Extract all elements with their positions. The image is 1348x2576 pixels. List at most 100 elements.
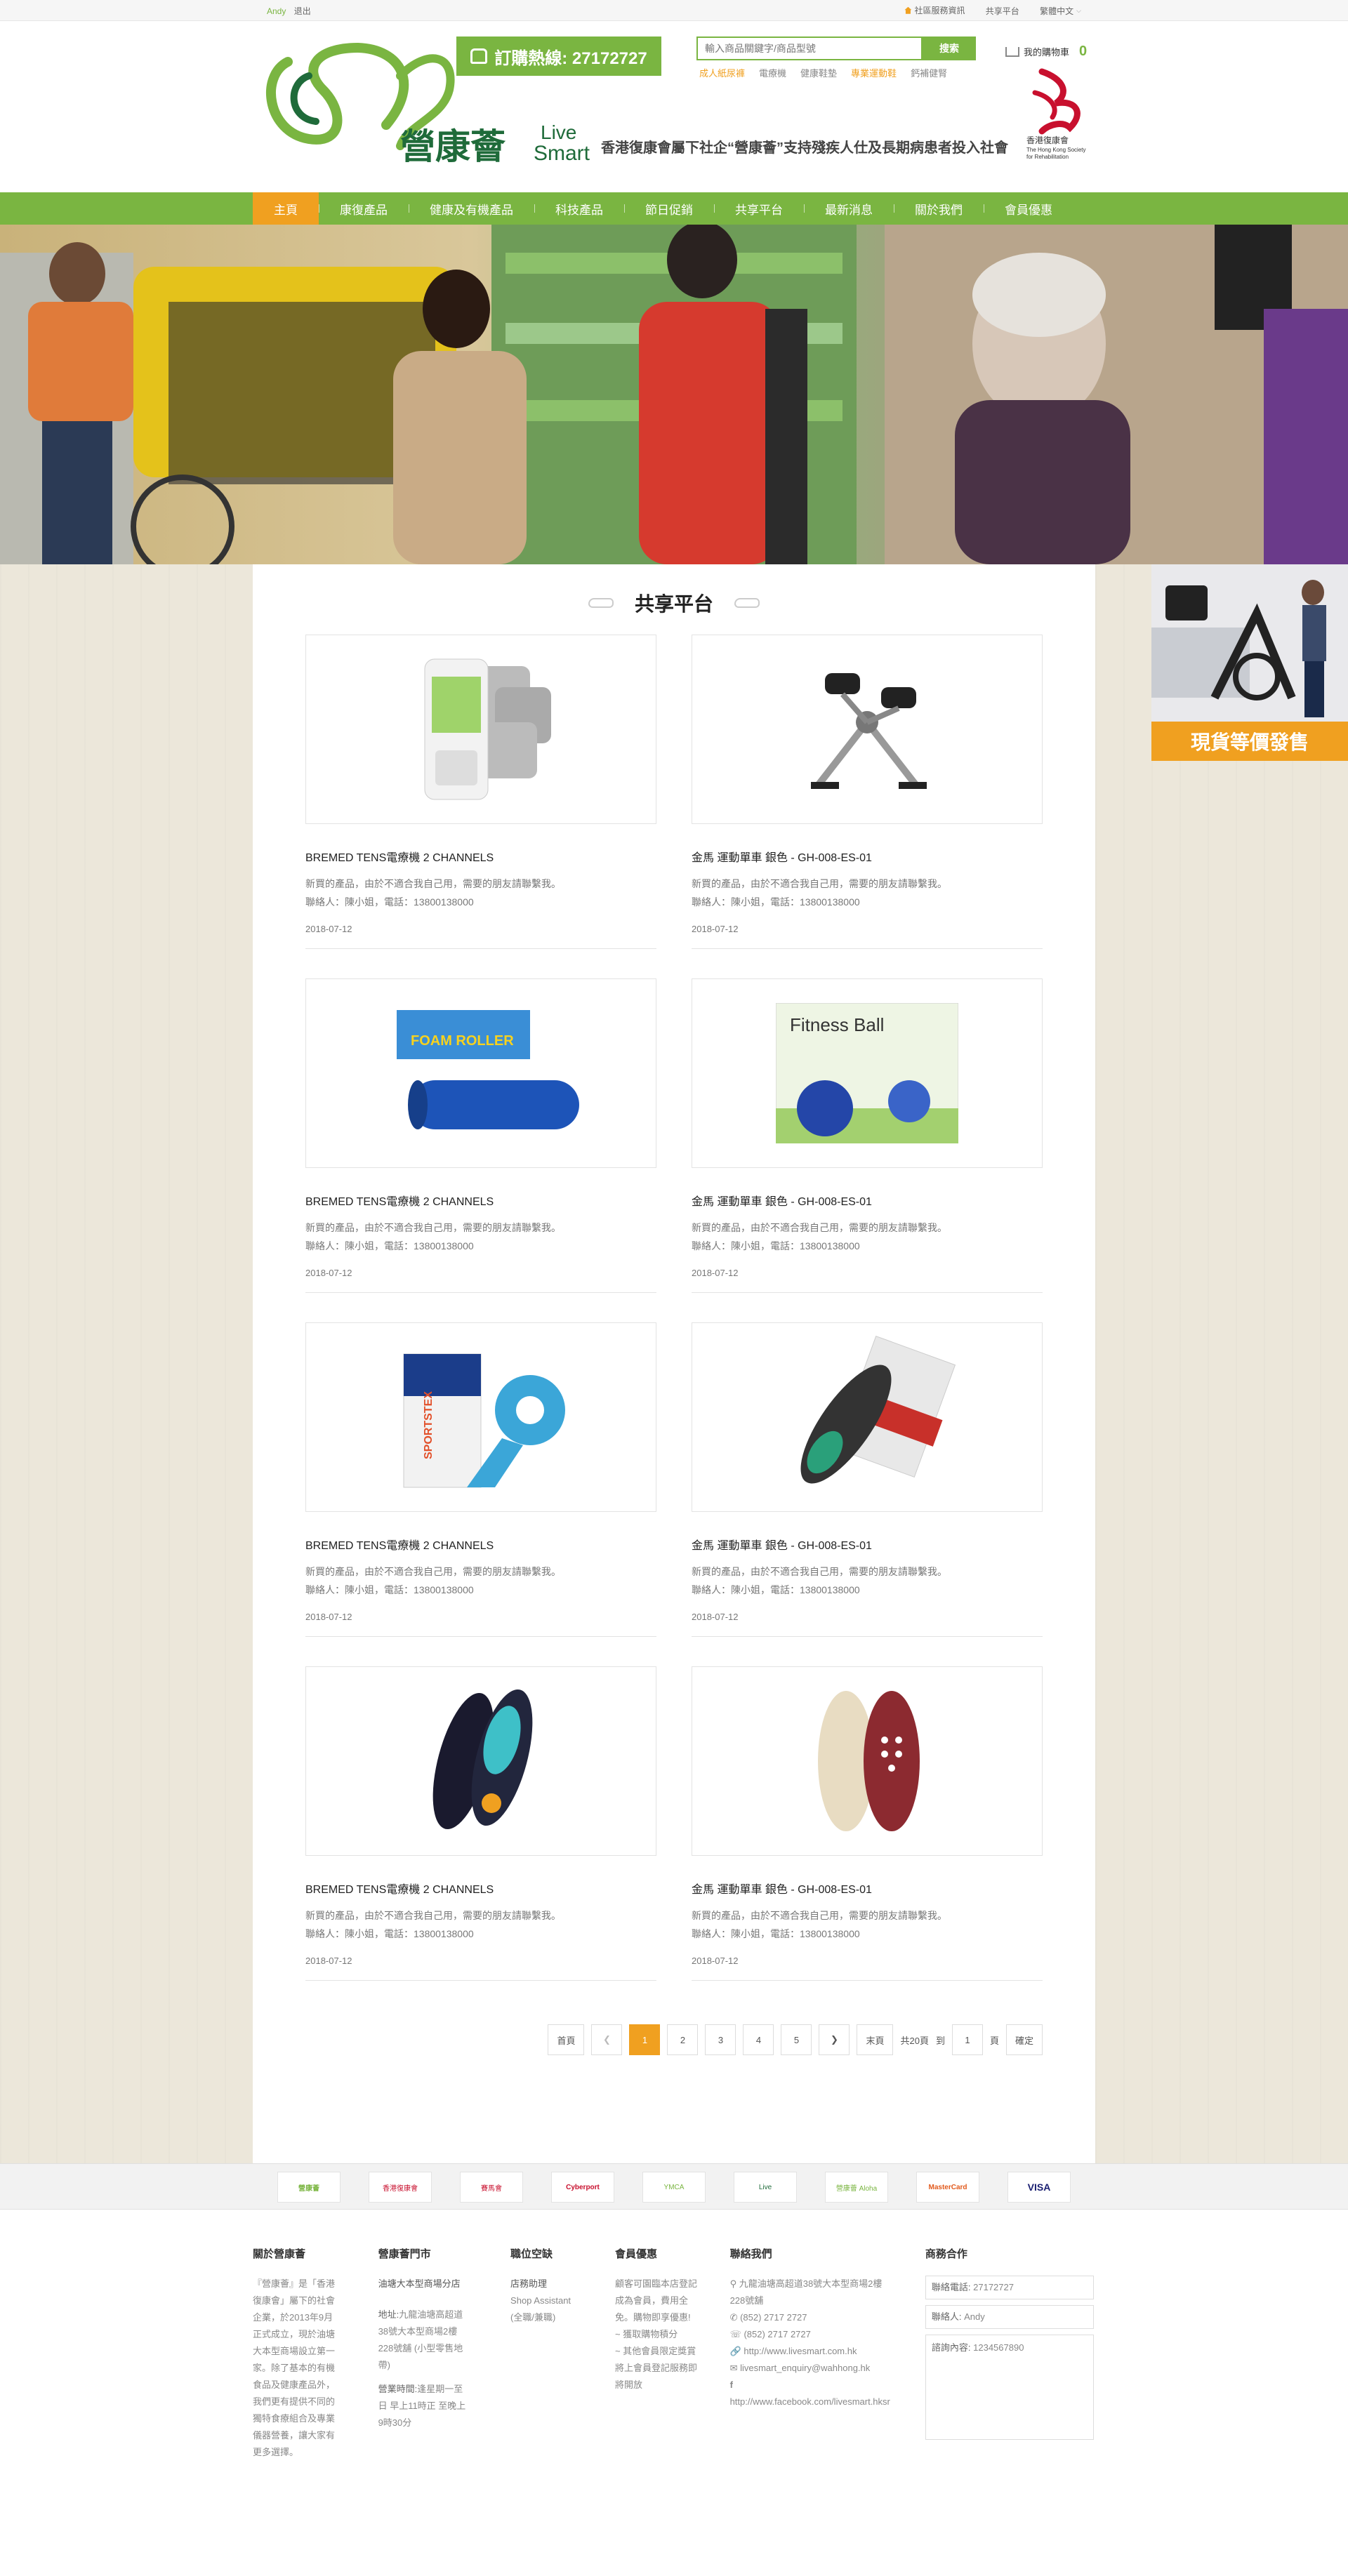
hotword-link[interactable]: 專業運動鞋 bbox=[851, 66, 897, 79]
job-link[interactable]: Shop Assistant bbox=[510, 2292, 573, 2309]
mastercard-logo[interactable]: MasterCard bbox=[916, 2172, 979, 2203]
hotword-link[interactable]: 健康鞋墊 bbox=[800, 66, 837, 79]
product-card[interactable]: Fitness Ball 金馬 運動單車 銀色 - GH-008-ES-01 新… bbox=[692, 978, 1043, 1322]
hotword-link[interactable]: 鈣補健腎 bbox=[911, 66, 947, 79]
product-image[interactable] bbox=[305, 1666, 656, 1856]
product-name[interactable]: 金馬 運動單車 銀色 - GH-008-ES-01 bbox=[692, 1536, 1043, 1553]
page-button[interactable]: 2 bbox=[667, 2024, 699, 2055]
product-card[interactable]: 金馬 運動單車 銀色 - GH-008-ES-01 新買的產品，由於不適合我自己… bbox=[692, 1666, 1043, 2010]
product-desc: 新買的產品，由於不適合我自己用，需要的朋友請聯繫我。 聯絡人：陳小姐，電話：138… bbox=[305, 1910, 561, 1939]
product-name[interactable]: 金馬 運動單車 銀色 - GH-008-ES-01 bbox=[692, 848, 1043, 865]
nav-tech-products[interactable]: 科技產品 bbox=[534, 192, 624, 225]
cart-link[interactable]: 我的購物車 0 bbox=[1005, 44, 1087, 60]
partner-logo[interactable]: 賽馬會 bbox=[460, 2172, 523, 2203]
main-area: 共享平台 BREMED TENS電療機 2 CHANNELS 新買的產品，由於不… bbox=[0, 564, 1348, 2163]
next-page-button[interactable]: ❯ bbox=[819, 2024, 850, 2055]
page-button[interactable]: 5 bbox=[781, 2024, 812, 2055]
product-name[interactable]: BREMED TENS電療機 2 CHANNELS bbox=[305, 848, 656, 865]
partner-logo[interactable]: Live bbox=[734, 2172, 797, 2203]
product-image[interactable] bbox=[692, 1666, 1043, 1856]
partner-logo[interactable]: Cyberport bbox=[551, 2172, 614, 2203]
nav-news[interactable]: 最新消息 bbox=[804, 192, 894, 225]
promo-side-banner[interactable]: 現貨等價發售 bbox=[1151, 564, 1348, 761]
visa-logo[interactable]: VISA bbox=[1007, 2172, 1071, 2203]
product-image[interactable]: Fitness Ball bbox=[692, 978, 1043, 1168]
username-link[interactable]: Andy bbox=[267, 6, 286, 16]
nav-about[interactable]: 關於我們 bbox=[894, 192, 984, 225]
page-button[interactable]: 4 bbox=[743, 2024, 774, 2055]
main-nav: 主頁 康復產品 健康及有機產品 科技產品 節日促銷 共享平台 最新消息 關於我們… bbox=[0, 192, 1348, 225]
product-image[interactable]: FOAM ROLLER bbox=[305, 978, 656, 1168]
logout-link[interactable]: 退出 bbox=[294, 6, 311, 16]
share-platform-link[interactable]: 共享平台 bbox=[986, 5, 1019, 17]
partner-logo[interactable]: 香港復康會 bbox=[369, 2172, 432, 2203]
goto-confirm-button[interactable]: 確定 bbox=[1005, 2024, 1043, 2055]
nav-member-offers[interactable]: 會員優惠 bbox=[984, 192, 1073, 225]
partner-logo[interactable]: 營康薈 Aloha bbox=[825, 2172, 888, 2203]
pedal-exerciser-image bbox=[811, 673, 927, 789]
community-info-link[interactable]: 社區服務資訊 bbox=[904, 4, 965, 16]
prev-page-button[interactable]: ❮ bbox=[591, 2024, 623, 2055]
hotword-link[interactable]: 電療機 bbox=[759, 66, 786, 79]
rehab-society-logo[interactable]: 香港復康會 The Hong Kong Society for Rehabili… bbox=[1021, 65, 1098, 163]
user-area: Andy 退出 bbox=[267, 5, 311, 17]
footer-contact: 聯絡我們 ⚲ 九龍油塘高超道38號大本型商場2樓228號舖 ✆ (852) 27… bbox=[730, 2246, 890, 2461]
website-link[interactable]: 🔗 http://www.livesmart.com.hk bbox=[730, 2343, 890, 2360]
footer-jobs: 職位空缺 店務助理 Shop Assistant (全職/兼職) bbox=[510, 2246, 573, 2461]
product-image[interactable] bbox=[692, 635, 1043, 824]
partner-logo[interactable]: YMCA bbox=[642, 2172, 706, 2203]
footer-about: 關於營康薈 『營康薈』是「香港復康會」屬下的社會企業，於2013年9月正式成立，… bbox=[253, 2246, 336, 2461]
logo-en-live: Live bbox=[541, 121, 576, 143]
facebook-link[interactable]: f http://www.facebook.com/livesmart.hksr bbox=[730, 2377, 890, 2410]
product-name[interactable]: BREMED TENS電療機 2 CHANNELS bbox=[305, 1880, 656, 1897]
foam-roller-image: FOAM ROLLER bbox=[397, 1010, 579, 1129]
biz-phone-field[interactable]: 聯絡電話: 27172727 bbox=[925, 2276, 1094, 2299]
email-link[interactable]: ✉ livesmart_enquiry@wahhong.hk bbox=[730, 2360, 890, 2377]
footer-heading: 職位空缺 bbox=[510, 2248, 553, 2260]
product-card[interactable]: FOAM ROLLER BREMED TENS電療機 2 CHANNELS 新買… bbox=[305, 978, 656, 1322]
chevron-left-icon: ❮ bbox=[603, 2034, 611, 2045]
svg-text:SPORTSTEX: SPORTSTEX bbox=[423, 1391, 435, 1459]
footer-about-text: 『營康薈』是「香港復康會」屬下的社會企業，於2013年9月正式成立，現於油塘大本… bbox=[253, 2278, 336, 2457]
product-card[interactable]: 金馬 運動單車 銀色 - GH-008-ES-01 新買的產品，由於不適合我自己… bbox=[692, 635, 1043, 978]
language-select[interactable]: 繁體中文 ⌵ bbox=[1040, 5, 1081, 17]
product-card[interactable]: BREMED TENS電療機 2 CHANNELS 新買的產品，由於不適合我自己… bbox=[305, 635, 656, 978]
product-image[interactable] bbox=[305, 635, 656, 824]
product-name[interactable]: 金馬 運動單車 銀色 - GH-008-ES-01 bbox=[692, 1880, 1043, 1897]
page-unit-label: 頁 bbox=[989, 2035, 999, 2046]
product-card[interactable]: BREMED TENS電療機 2 CHANNELS 新買的產品，由於不適合我自己… bbox=[305, 1666, 656, 2010]
page-button[interactable]: 1 bbox=[629, 2024, 661, 2055]
product-name[interactable]: BREMED TENS電療機 2 CHANNELS bbox=[305, 1536, 656, 1553]
biz-content-field[interactable]: 諮詢內容: 1234567890 bbox=[925, 2335, 1094, 2440]
job-link[interactable]: (全職/兼職) bbox=[510, 2309, 573, 2326]
nav-rehab-products[interactable]: 康復產品 bbox=[319, 192, 409, 225]
search-input[interactable] bbox=[696, 36, 923, 60]
goto-page-input[interactable]: 1 bbox=[951, 2024, 983, 2055]
hotword-link[interactable]: 成人紙尿褲 bbox=[699, 66, 745, 79]
chevron-down-icon: ⌵ bbox=[1076, 6, 1081, 14]
footer-heading: 營康薈門市 bbox=[378, 2248, 431, 2260]
last-page-button[interactable]: 末頁 bbox=[857, 2024, 894, 2055]
product-image[interactable]: SPORTSTEX bbox=[305, 1322, 656, 1512]
cloud-ornament-icon bbox=[734, 598, 760, 608]
page-button[interactable]: 3 bbox=[705, 2024, 736, 2055]
partner-logo[interactable]: 營康薈 bbox=[277, 2172, 341, 2203]
product-image[interactable] bbox=[692, 1322, 1043, 1512]
cart-label: 我的購物車 bbox=[1024, 47, 1070, 58]
biz-person-field[interactable]: 聯絡人: Andy bbox=[925, 2305, 1094, 2329]
product-name[interactable]: BREMED TENS電療機 2 CHANNELS bbox=[305, 1192, 656, 1209]
hot-keywords: 成人紙尿褲 電療機 健康鞋墊 專業運動鞋 鈣補健腎 bbox=[699, 66, 947, 79]
first-page-button[interactable]: 首頁 bbox=[548, 2024, 585, 2055]
product-card[interactable]: 金馬 運動單車 銀色 - GH-008-ES-01 新買的產品，由於不適合我自己… bbox=[692, 1322, 1043, 1666]
nav-home[interactable]: 主頁 bbox=[253, 192, 319, 225]
search-button[interactable]: 搜索 bbox=[923, 36, 976, 60]
nav-share-platform[interactable]: 共享平台 bbox=[714, 192, 804, 225]
job-link[interactable]: 店務助理 bbox=[510, 2276, 573, 2292]
tens-device-image bbox=[424, 658, 551, 800]
product-name[interactable]: 金馬 運動單車 銀色 - GH-008-ES-01 bbox=[692, 1192, 1043, 1209]
product-date: 2018-07-12 bbox=[692, 1612, 1043, 1637]
product-card[interactable]: SPORTSTEX BREMED TENS電療機 2 CHANNELS 新買的產… bbox=[305, 1322, 656, 1666]
hero-photo bbox=[0, 225, 1348, 564]
nav-health-organic[interactable]: 健康及有機產品 bbox=[409, 192, 534, 225]
nav-festival-promo[interactable]: 節日促銷 bbox=[624, 192, 714, 225]
